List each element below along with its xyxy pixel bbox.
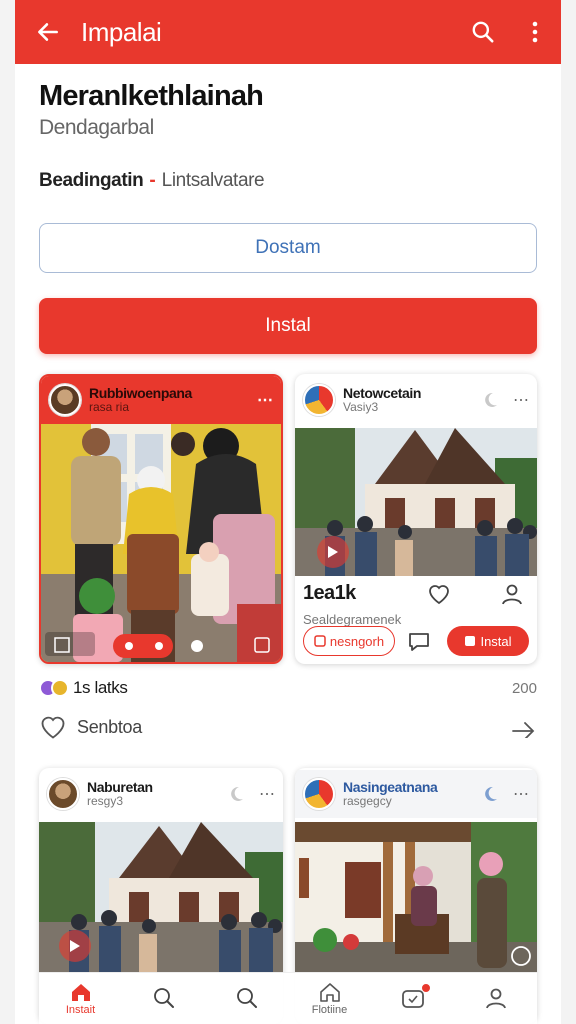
post-author-name: Rubbiwoenpana: [89, 384, 192, 401]
post-card[interactable]: Netowcetain Vasiy3 ⋯ 1ea1k Sealdegramene…: [295, 374, 537, 664]
heart-icon[interactable]: [427, 583, 451, 605]
profile-icon[interactable]: [501, 583, 523, 605]
post-photo[interactable]: [295, 428, 537, 576]
install-button[interactable]: Instal: [39, 298, 537, 354]
post-header: Naburetan resgy3 ⋯: [39, 770, 283, 818]
nav-search[interactable]: [122, 973, 205, 1024]
avatar[interactable]: [49, 384, 81, 416]
post-more-button[interactable]: ⋯: [259, 784, 275, 804]
more-vertical-icon: [532, 21, 538, 43]
profile-icon: [485, 988, 506, 1008]
post-secondary-label: nesngorh: [329, 633, 385, 649]
search-icon: [236, 987, 257, 1008]
bottom-navigation: Instait Flotiine: [39, 972, 537, 1024]
back-button[interactable]: [15, 0, 81, 64]
post-author-handle: rasa ria: [89, 400, 130, 415]
traditional-house-photo: [295, 428, 537, 576]
overflow-menu-button[interactable]: [509, 0, 561, 64]
likes-count: 200: [511, 679, 537, 697]
nav-search-2[interactable]: [205, 973, 288, 1024]
meta-primary: Beadingatin: [39, 170, 144, 191]
market-scene-photo: [295, 822, 537, 972]
nav-notifications[interactable]: [371, 973, 454, 1024]
nav-home-label: Instait: [65, 1003, 96, 1016]
page-subtitle: Dendagarbal: [39, 116, 154, 139]
post-stat-value: 1ea1k: [303, 582, 356, 604]
home-outline-icon: [319, 982, 340, 1002]
people-group-photo: [41, 424, 281, 662]
post-more-button[interactable]: ⋯: [257, 390, 273, 410]
avatar[interactable]: [303, 778, 335, 810]
meta-secondary: Lintsalvatare: [161, 170, 265, 191]
app-icon: [465, 636, 476, 646]
outline-action-button[interactable]: Dostam: [39, 223, 537, 273]
heart-icon[interactable]: [39, 714, 67, 740]
search-icon: [153, 987, 174, 1008]
post-more-button[interactable]: ⋯: [513, 390, 529, 410]
post-photo[interactable]: [41, 424, 281, 662]
nav-profile[interactable]: [454, 973, 537, 1024]
traditional-house-photo: [39, 822, 283, 972]
post-author-name: Naburetan: [87, 778, 153, 795]
post-secondary-button[interactable]: nesngorh: [303, 626, 395, 656]
app-title: Impalai: [81, 16, 162, 47]
post-photo[interactable]: [295, 822, 537, 972]
post-header: Nasingeatnana rasgegcy ⋯: [295, 770, 537, 818]
meta-separator: -: [149, 170, 156, 191]
moon-icon: [485, 392, 497, 407]
comment-input[interactable]: Senbtoa: [77, 717, 511, 738]
post-author-name: Netowcetain: [343, 384, 422, 401]
post-author-handle: Vasiy3: [343, 400, 379, 415]
moon-icon: [485, 786, 497, 801]
comment-icon[interactable]: [407, 631, 431, 653]
meta-line: Beadingatin - Lintsalvatare: [39, 170, 265, 192]
search-icon: [472, 21, 494, 43]
reaction-icon: [51, 679, 69, 697]
nav-home[interactable]: Instait: [39, 973, 122, 1024]
nav-home-outline[interactable]: Flotiine: [288, 973, 371, 1024]
moon-icon: [231, 786, 243, 801]
notification-badge: [421, 982, 431, 993]
arrow-left-icon: [38, 23, 58, 41]
app-screen: Impalai Meranlkethlainah Dendagarbal Bea…: [15, 0, 561, 1024]
post-install-button[interactable]: Instal: [447, 626, 529, 656]
post-install-label: Instal: [480, 633, 512, 649]
post-card[interactable]: Rubbiwoenpana rasa ria ⋯: [39, 374, 283, 664]
post-stat-subtitle: Sealdegramenek: [303, 612, 402, 627]
post-photo[interactable]: [39, 822, 283, 972]
post-header: Rubbiwoenpana rasa ria ⋯: [41, 376, 281, 424]
share-arrow-icon[interactable]: [511, 716, 537, 738]
page-title: Meranlkethlainah: [39, 80, 264, 112]
avatar[interactable]: [303, 384, 335, 416]
post-author-handle: resgy3: [87, 794, 124, 809]
home-icon: [71, 983, 90, 1001]
reaction-dots: [39, 679, 69, 697]
post-author-handle: rasgegcy: [343, 794, 392, 809]
likes-row: 1s latks 200: [39, 678, 537, 698]
comment-row: Senbtoa: [39, 714, 537, 740]
app-icon: [314, 635, 326, 647]
likes-label: 1s latks: [73, 678, 128, 697]
search-button[interactable]: [457, 0, 509, 64]
post-more-button[interactable]: ⋯: [513, 784, 529, 804]
post-author-name: Nasingeatnana: [343, 778, 438, 795]
avatar[interactable]: [47, 778, 79, 810]
top-app-bar: Impalai: [15, 0, 561, 64]
post-header: Netowcetain Vasiy3 ⋯: [295, 376, 537, 424]
nav-home-outline-label: Flotiine: [311, 1003, 348, 1016]
